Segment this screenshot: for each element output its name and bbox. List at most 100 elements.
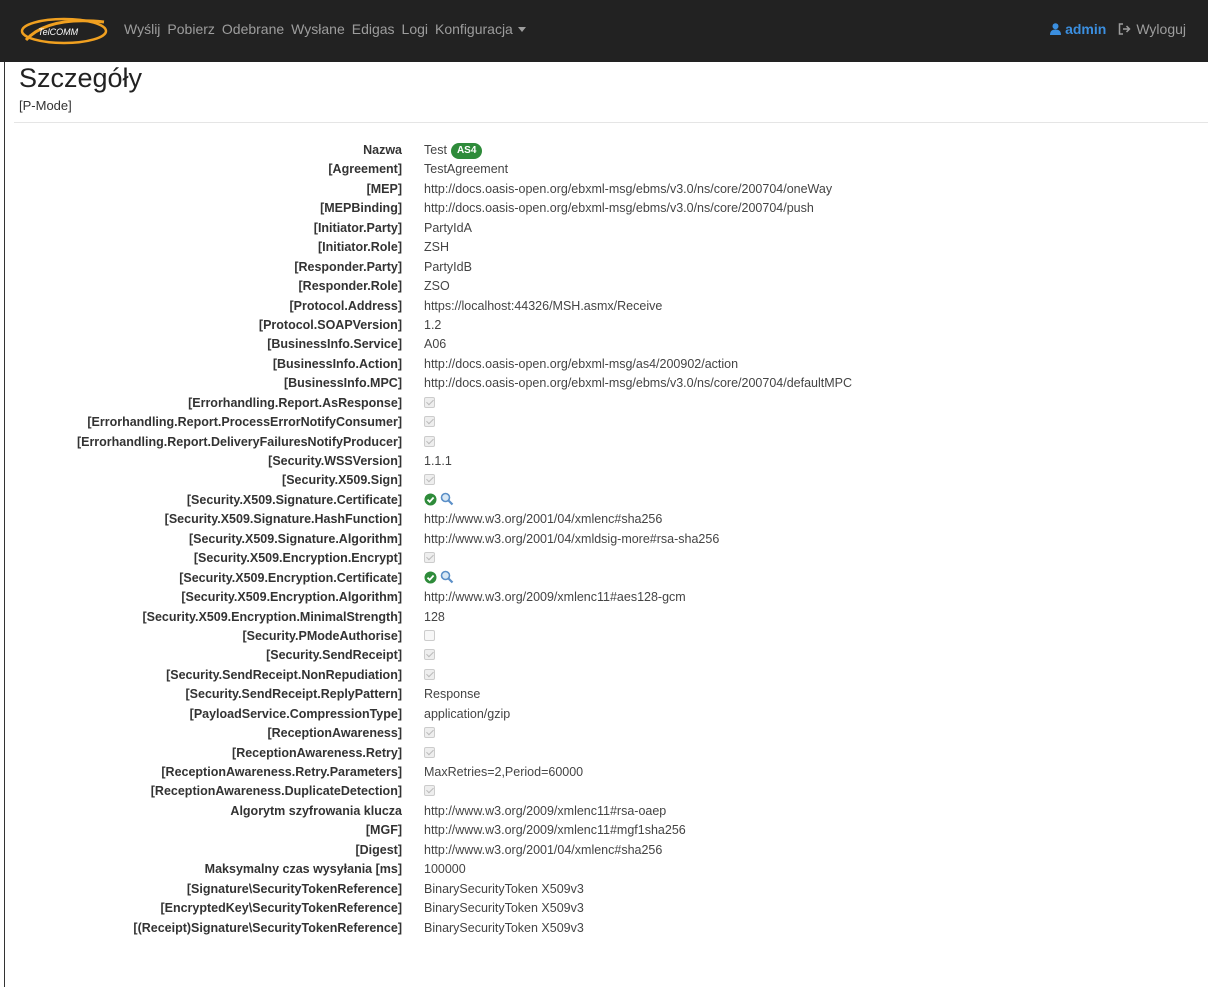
detail-value: http://docs.oasis-open.org/ebxml-msg/ebm… <box>424 181 833 196</box>
detail-label: [Security.PModeAuthorise] <box>242 628 402 643</box>
detail-label: [Security.X509.Encryption.Algorithm] <box>181 590 402 605</box>
detail-label: [Security.SendReceipt] <box>266 648 402 663</box>
detail-row: [Security.SendReceipt.NonRepudiation] <box>0 666 1208 685</box>
search-icon[interactable] <box>440 570 454 584</box>
detail-row: [Protocol.SOAPVersion] 1.2 <box>0 316 1208 335</box>
user-link[interactable]: admin <box>1050 21 1106 37</box>
checkbox-checked <box>424 474 435 486</box>
detail-value: http://docs.oasis-open.org/ebxml-msg/as4… <box>424 356 739 371</box>
detail-row: [Agreement] TestAgreement <box>0 160 1208 179</box>
detail-value <box>424 724 435 743</box>
nav-link-wyslane[interactable]: Wysłane <box>291 21 345 37</box>
checkbox-checked <box>424 649 435 661</box>
detail-value: Response <box>424 687 481 702</box>
detail-value: http://docs.oasis-open.org/ebxml-msg/ebm… <box>424 376 852 391</box>
detail-row: [Security.SendReceipt.ReplyPattern] Respo… <box>0 685 1208 704</box>
detail-label: [Security.X509.Encryption.Encrypt] <box>193 551 402 566</box>
detail-label: [ReceptionAwareness.DuplicateDetection] <box>150 784 402 799</box>
detail-row: [MEPBinding] http://docs.oasis-open.org/e… <box>0 199 1208 218</box>
detail-value: http://www.w3.org/2001/04/xmlenc#sha256 <box>424 512 663 527</box>
detail-row: [ReceptionAwareness.DuplicateDetection] <box>0 782 1208 801</box>
detail-value <box>424 433 435 452</box>
checkbox-checked <box>424 746 435 758</box>
detail-value: MaxRetries=2,Period=60000 <box>424 765 584 779</box>
detail-value: PartyIdA <box>424 220 472 235</box>
detail-row: [BusinessInfo.MPC] http://docs.oasis-open… <box>0 374 1208 393</box>
detail-row: [Errorhandling.Report.AsResponse] <box>0 394 1208 413</box>
search-icon[interactable] <box>440 492 454 506</box>
detail-value: https://localhost:44326/MSH.asmx/Receive <box>424 298 663 313</box>
caret-down-icon <box>517 27 526 32</box>
detail-value <box>424 744 435 763</box>
detail-label: [Security.SendReceipt.NonRepudiation] <box>166 667 402 682</box>
detail-label: [BusinessInfo.MPC] <box>283 376 402 391</box>
detail-value <box>424 569 454 588</box>
detail-label: [Responder.Party] <box>294 259 402 274</box>
detail-row: [Initiator.Party] PartyIdA <box>0 219 1208 238</box>
detail-value: TestAgreement <box>424 162 509 177</box>
detail-value <box>424 471 435 490</box>
detail-label: Maksymalny czas wysyłania [ms] <box>204 862 402 877</box>
detail-label: [Agreement] <box>328 162 402 177</box>
checkbox-checked <box>424 396 435 408</box>
detail-label: [Errorhandling.Report.ProcessErrorNotify… <box>87 415 402 430</box>
detail-value: 128 <box>424 609 445 624</box>
detail-row: [Security.X509.Encryption.MinimalStrengt… <box>0 608 1208 627</box>
detail-value <box>424 549 435 568</box>
nav-link-logi[interactable]: Logi <box>402 21 428 37</box>
telcomm-logo[interactable]: TelCOMM <box>18 14 112 46</box>
detail-label: [Security.X509.Signature.Algorithm] <box>188 531 402 546</box>
nav-right: admin Wyloguj <box>1050 21 1186 37</box>
detail-row: [MGF] http://www.w3.org/2009/xmlenc11#mgf… <box>0 821 1208 840</box>
nav-link-odebrane[interactable]: Odebrane <box>222 21 284 37</box>
detail-value: http://www.w3.org/2009/xmlenc11#mgf1sha2… <box>424 823 686 838</box>
detail-value <box>424 413 435 432</box>
logout-link[interactable]: Wyloguj <box>1118 21 1186 37</box>
nav-link-edigas[interactable]: Edigas <box>352 21 395 37</box>
protocol-badge: AS4 <box>450 143 483 159</box>
detail-value <box>424 782 435 801</box>
detail-row: [Responder.Role] ZSO <box>0 277 1208 296</box>
detail-value: http://www.w3.org/2009/xmlenc11#rsa-oaep <box>424 803 667 818</box>
detail-label: [Security.X509.Encryption.Certificate] <box>179 570 402 585</box>
nav-link-wyslij[interactable]: Wyślij <box>124 21 160 37</box>
detail-label: [MGF] <box>365 823 402 838</box>
detail-value: http://docs.oasis-open.org/ebxml-msg/ebm… <box>424 201 814 216</box>
detail-value: ZSH <box>424 240 449 255</box>
ok-circle-icon <box>424 493 437 506</box>
top-navbar: TelCOMM Wyślij Pobierz Odebrane Wysłane … <box>0 0 1208 62</box>
detail-row: [(Receipt)Signature\SecurityTokenReferen… <box>0 919 1208 938</box>
checkbox-checked <box>424 668 435 680</box>
detail-label: [ReceptionAwareness.Retry.Parameters] <box>161 765 402 779</box>
detail-row: [Security.X509.Signature.HashFunction] ht… <box>0 510 1208 529</box>
detail-row: [Security.X509.Encryption.Certificate] <box>0 569 1208 588</box>
logout-label: Wyloguj <box>1136 21 1186 37</box>
detail-label: [PayloadService.CompressionType] <box>189 706 402 721</box>
detail-label: [Initiator.Party] <box>313 220 402 235</box>
nav-links: Wyślij Pobierz Odebrane Wysłane Edigas L… <box>124 21 533 37</box>
detail-row: [ReceptionAwareness] <box>0 724 1208 743</box>
detail-row: Maksymalny czas wysyłania [ms] 100000 <box>0 860 1208 879</box>
detail-label: [ReceptionAwareness.Retry] <box>232 745 402 760</box>
logo-text: TelCOMM <box>38 27 79 37</box>
detail-row: [ReceptionAwareness.Retry.Parameters] Max… <box>0 763 1208 782</box>
checkbox-checked <box>424 785 435 797</box>
detail-row: Algorytm szyfrowania klucza http://www.w3… <box>0 802 1208 821</box>
detail-row: [Security.X509.Signature.Algorithm] http:… <box>0 530 1208 549</box>
detail-row: [Responder.Party] PartyIdB <box>0 258 1208 277</box>
detail-value: BinarySecurityToken X509v3 <box>424 881 584 896</box>
detail-label: [(Receipt)Signature\SecurityTokenReferen… <box>133 920 402 935</box>
detail-row: [Errorhandling.Report.ProcessErrorNotify… <box>0 413 1208 432</box>
detail-value: Test AS4 <box>424 141 483 160</box>
detail-value <box>424 646 435 665</box>
checkbox-checked <box>424 727 435 739</box>
detail-label: [Security.X509.Sign] <box>282 473 402 488</box>
name-text: Test <box>424 143 447 157</box>
nav-link-pobierz[interactable]: Pobierz <box>167 21 214 37</box>
detail-label: [Security.SendReceipt.ReplyPattern] <box>185 687 403 702</box>
detail-row: [Initiator.Role] ZSH <box>0 238 1208 257</box>
detail-value: http://www.w3.org/2001/04/xmlenc#sha256 <box>424 842 663 857</box>
detail-label: Nazwa <box>363 143 402 157</box>
nav-dropdown-konfiguracja[interactable]: Konfiguracja <box>435 21 526 37</box>
detail-value <box>424 491 454 510</box>
